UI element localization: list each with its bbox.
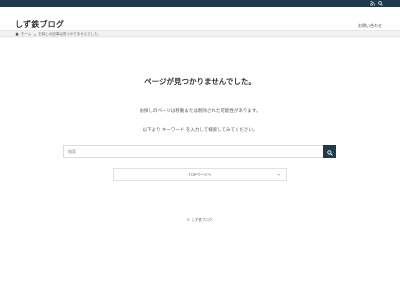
breadcrumb-bar: ホーム > お探しの記事は見つかりませんでした。: [0, 30, 400, 37]
search-icon: [326, 144, 333, 159]
arrow-right-icon: →: [276, 172, 280, 177]
home-icon: [15, 32, 19, 37]
top-bar: [0, 0, 400, 7]
top-page-button[interactable]: TOPページへ →: [113, 168, 287, 181]
site-header: しず鉄ブログ お問い合わせ: [0, 7, 400, 30]
rss-icon[interactable]: [369, 0, 376, 7]
breadcrumb-home[interactable]: ホーム: [21, 32, 31, 37]
top-page-label: TOPページへ: [188, 171, 212, 177]
search-button[interactable]: [323, 145, 336, 158]
breadcrumb: ホーム > お探しの記事は見つかりませんでした。: [15, 32, 101, 37]
copyright: © しず鉄ブログ.: [186, 218, 214, 222]
breadcrumb-separator: >: [33, 32, 37, 37]
search-form: [63, 145, 336, 158]
site-title[interactable]: しず鉄ブログ: [15, 19, 64, 30]
search-icon[interactable]: [377, 0, 384, 7]
contact-link[interactable]: お問い合わせ: [358, 23, 382, 29]
main-content: ページが見つかりませんでした。 お探しのページは移動または削除された可能性があり…: [0, 38, 400, 300]
breadcrumb-current: お探しの記事は見つかりませんでした。: [38, 32, 102, 36]
not-found-message: お探しのページは移動または削除された可能性があります。: [139, 109, 261, 114]
page-title: ページが見つかりませんでした。: [144, 77, 256, 86]
search-input[interactable]: [63, 145, 323, 158]
search-instruction: 以下より キーワード を入力して検索してみてください。: [142, 128, 258, 133]
